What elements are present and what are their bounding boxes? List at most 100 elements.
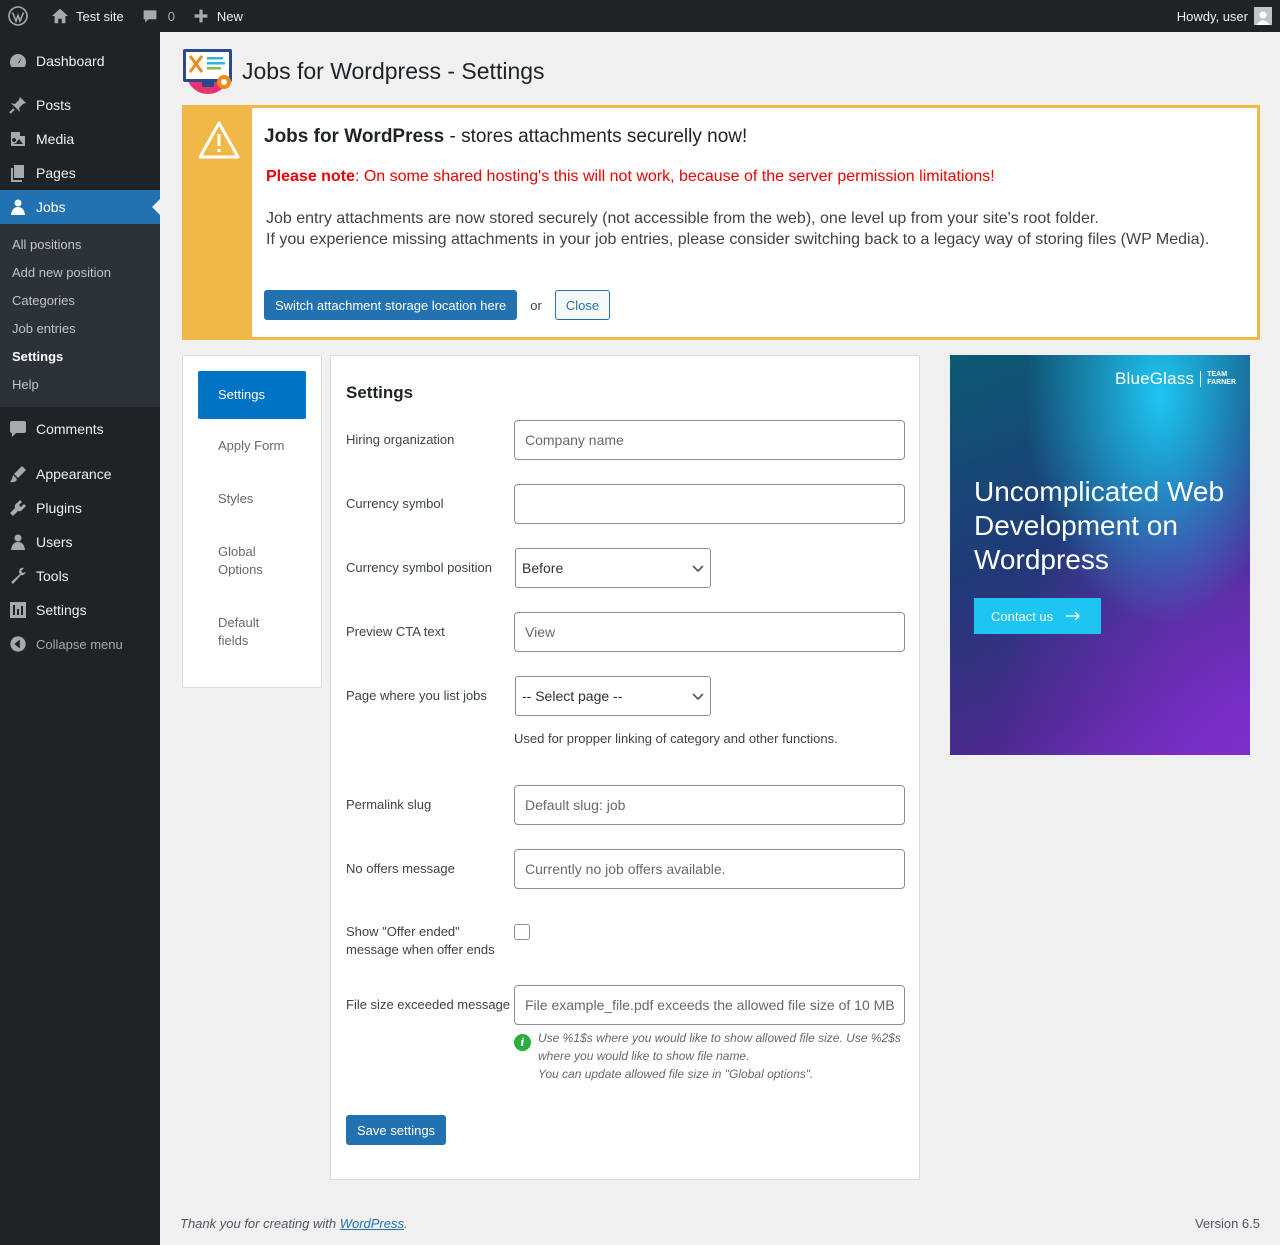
submenu-add-new-position[interactable]: Add new position: [0, 259, 160, 287]
permalink-input[interactable]: Default slug: job: [514, 785, 905, 825]
footer-thanks-prefix: Thank you for creating with: [180, 1216, 340, 1231]
currency-symbol-input[interactable]: [514, 484, 905, 524]
menu-label: Plugins: [36, 500, 82, 516]
menu-tools[interactable]: Tools: [0, 559, 160, 593]
my-account-link[interactable]: Howdy, user: [1177, 7, 1280, 25]
close-notice-button[interactable]: Close: [554, 290, 611, 320]
offer-ended-label: Show "Offer ended" message when offer en…: [346, 924, 495, 957]
file-size-input[interactable]: File example_file.pdf exceeds the allowe…: [514, 985, 905, 1025]
menu-label: Comments: [36, 421, 104, 437]
file-size-info-line2: You can update allowed file size in "Glo…: [538, 1067, 814, 1081]
notice-warning: Please note: On some shared hosting's th…: [266, 168, 1247, 186]
menu-label: Dashboard: [36, 53, 105, 69]
site-name-link[interactable]: Test site: [42, 0, 132, 32]
menu-appearance[interactable]: Appearance: [0, 457, 160, 491]
preview-cta-input[interactable]: View: [514, 612, 905, 652]
footer-thanks-suffix: .: [404, 1216, 408, 1231]
jobs-submenu: All positions Add new position Categorie…: [0, 224, 160, 407]
permalink-label: Permalink slug: [346, 797, 432, 812]
pages-icon: [8, 163, 28, 183]
wp-logo-menu[interactable]: [0, 0, 42, 32]
menu-label: Jobs: [36, 199, 66, 215]
menu-pages[interactable]: Pages: [0, 156, 160, 190]
menu-comments[interactable]: Comments: [0, 412, 160, 446]
menu-label: Posts: [36, 97, 72, 113]
brand-team-line2: FARNER: [1207, 379, 1236, 386]
home-icon: [50, 6, 70, 26]
new-label: New: [216, 8, 243, 24]
comments-link[interactable]: 0: [132, 0, 183, 32]
settings-icon: [8, 600, 28, 620]
dashboard-icon: [8, 51, 28, 71]
notice-title-bold: Jobs for WordPress: [264, 126, 445, 147]
notice-warning-rest: : On some shared hosting's this will not…: [354, 168, 995, 185]
comment-icon: [140, 6, 160, 26]
file-size-info: i Use %1$s where you would like to show …: [514, 1029, 905, 1083]
save-settings-button[interactable]: Save settings: [346, 1115, 447, 1145]
switch-storage-button[interactable]: Switch attachment storage location here: [264, 290, 518, 320]
menu-media[interactable]: Media: [0, 122, 160, 156]
submenu-job-entries[interactable]: Job entries: [0, 315, 160, 343]
contact-us-button[interactable]: Contact us: [974, 598, 1101, 634]
list-page-value: -- Select page --: [522, 688, 623, 704]
chevron-down-icon: [692, 688, 704, 704]
menu-label: Tools: [36, 568, 69, 584]
currency-position-value: Before: [522, 560, 564, 576]
submenu-categories[interactable]: Categories: [0, 287, 160, 315]
jobs-plugin-logo: [182, 46, 234, 96]
comment-icon: [8, 419, 28, 439]
collapse-menu-button[interactable]: Collapse menu: [0, 627, 160, 661]
page-title: Jobs for Wordpress - Settings: [242, 57, 545, 84]
plug-icon: [8, 498, 28, 518]
menu-label: Pages: [36, 165, 76, 181]
file-size-info-text: Use %1$s where you would like to show al…: [538, 1029, 905, 1083]
notice-body: Jobs for WordPress - stores attachments …: [264, 126, 1247, 250]
tab-default-fields[interactable]: Default fields: [198, 614, 278, 650]
tab-global-options[interactable]: Global Options: [198, 543, 288, 579]
notice-actions: Switch attachment storage location here …: [264, 290, 611, 320]
wordpress-link[interactable]: WordPress: [340, 1216, 404, 1231]
form-heading: Settings: [346, 383, 414, 402]
menu-label: Media: [36, 131, 75, 147]
menu-users[interactable]: Users: [0, 525, 160, 559]
arrow-right-icon: [1053, 609, 1081, 624]
menu-posts[interactable]: Posts: [0, 88, 160, 122]
no-offers-input[interactable]: Currently no job offers available.: [514, 849, 905, 889]
menu-dashboard[interactable]: Dashboard: [0, 44, 160, 78]
admin-sidebar: Dashboard Posts Media Pages Jobs All pos…: [0, 32, 160, 1245]
wordpress-logo-icon: [8, 6, 28, 26]
avatar: [1254, 7, 1272, 25]
offer-ended-checkbox[interactable]: [514, 924, 530, 940]
settings-tabs: Settings Apply Form Styles Global Option…: [182, 355, 322, 688]
person-icon: [8, 197, 28, 217]
media-icon: [8, 129, 28, 149]
promo-banner[interactable]: BlueGlass TEAM FARNER Uncomplicated Web D…: [950, 355, 1250, 755]
file-size-label: File size exceeded message: [346, 997, 511, 1012]
storage-notice: Jobs for WordPress - stores attachments …: [182, 105, 1260, 340]
brand-team-line1: TEAM: [1207, 371, 1228, 378]
menu-plugins[interactable]: Plugins: [0, 491, 160, 525]
hiring-organization-input[interactable]: Company name: [514, 420, 905, 460]
tab-apply-form[interactable]: Apply Form: [198, 437, 306, 455]
submenu-settings[interactable]: Settings: [0, 343, 160, 371]
new-content-link[interactable]: New: [183, 0, 251, 32]
tab-styles[interactable]: Styles: [198, 490, 306, 508]
submenu-all-positions[interactable]: All positions: [0, 231, 160, 259]
notice-desc-line2: If you experience missing attachments in…: [266, 231, 1210, 248]
list-page-select[interactable]: -- Select page --: [515, 676, 711, 716]
currency-position-label: Currency symbol position: [346, 560, 492, 575]
menu-jobs[interactable]: Jobs: [0, 190, 160, 224]
notice-title: Jobs for WordPress - stores attachments …: [264, 126, 1247, 148]
currency-position-select[interactable]: Before: [515, 548, 711, 588]
plus-icon: [191, 6, 211, 26]
menu-label: Appearance: [36, 466, 112, 482]
footer-thanks: Thank you for creating with WordPress.: [180, 1216, 408, 1231]
contact-us-label: Contact us: [991, 608, 1054, 624]
site-name: Test site: [76, 8, 124, 24]
brand-name: BlueGlass: [1114, 369, 1195, 388]
tab-settings[interactable]: Settings: [198, 371, 306, 419]
menu-settings[interactable]: Settings: [0, 593, 160, 627]
submenu-help[interactable]: Help: [0, 371, 160, 399]
brand-team: TEAM FARNER: [1207, 371, 1236, 387]
notice-desc-line1: Job entry attachments are now stored sec…: [266, 210, 1099, 227]
